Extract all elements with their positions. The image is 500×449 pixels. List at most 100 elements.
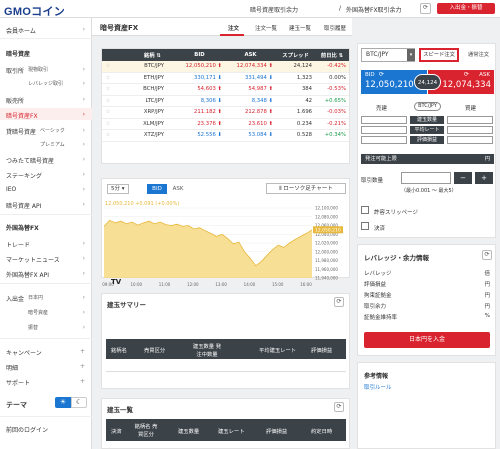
plus-button[interactable]: + [475, 172, 493, 184]
bid-cell[interactable]: 23.376 ⬆ [174, 118, 225, 130]
bid-cell[interactable]: 54,603 ⬆ [174, 84, 225, 96]
refresh-icon[interactable]: ⟳ [420, 3, 431, 14]
ask-cell[interactable]: 8,348 ⬇ [225, 95, 276, 107]
tab-history[interactable]: 取引履歴 [324, 24, 346, 32]
chevron-down-icon[interactable]: ▾ [407, 49, 415, 61]
arrow-up-icon: ⬆ [268, 86, 274, 93]
sidebar-item-io-crypto[interactable]: 暗号資産 [28, 309, 48, 316]
ask-cell[interactable]: 54,987 ⬆ [225, 84, 276, 96]
ask-cell[interactable]: 12,074,334 ⬆ [225, 61, 276, 73]
plus-icon: + [79, 348, 85, 355]
bid-cell[interactable]: 52.556 ⬇ [174, 130, 225, 142]
chart-annotation: 12,050,210 +0.091 (+0.00%) [105, 201, 179, 207]
star-icon[interactable]: ☆ [102, 61, 114, 73]
minus-button[interactable]: − [454, 172, 472, 184]
ask-cell[interactable]: 53.084 ⬇ [225, 130, 276, 142]
star-icon[interactable]: ☆ [102, 84, 114, 96]
table-row[interactable]: ☆ XRP/JPY 211.182 ⬆ 212.878 ⬆ 1.696 -0.03% [102, 107, 349, 119]
sidebar-item-io-jpy[interactable]: 日本円 [28, 294, 43, 301]
sidebar-item-leverage[interactable]: レバレッジ取引 [28, 80, 63, 87]
star-icon[interactable]: ☆ [102, 130, 114, 142]
sidebar-item-campaign[interactable]: キャンペーン [6, 348, 42, 357]
arrow-up-icon: ⬆ [217, 63, 222, 69]
col-change[interactable]: 前日比 ⇅ [315, 49, 349, 61]
gmo-logo[interactable]: GMOコイン [4, 3, 65, 19]
sidebar-section-fx: 外国為替FX [6, 225, 39, 232]
chevron-right-icon: › [82, 324, 85, 331]
sidebar-item-staking[interactable]: ステーキング [6, 171, 42, 180]
refresh-icon[interactable]: ⟳ [334, 402, 344, 412]
qty-hint: （最小0.001 〜 最大5） [401, 188, 457, 194]
sidebar-item-basic[interactable]: ベーシック [40, 127, 65, 134]
table-row[interactable]: ☆ ETH/JPY 330,171 ⬇ 331,494 ⬇ 1,323 0.00% [102, 72, 349, 84]
ask-cell[interactable]: 212.878 ⬆ [225, 107, 276, 119]
change-cell: 0.00% [329, 74, 346, 81]
tab-position-list[interactable]: 建玉一覧 [289, 24, 311, 32]
deposit-jpy-button[interactable]: 日本円を入金 [364, 332, 490, 348]
sidebar-item-premium[interactable]: プレミアム [40, 141, 65, 148]
ask-cell[interactable]: 331,494 ⬇ [225, 72, 276, 84]
col-symbol[interactable]: 銘柄 ⇅ [114, 49, 174, 61]
crypto-margin-link[interactable]: 暗号資産取引余力 [250, 5, 298, 14]
star-icon[interactable]: ☆ [102, 72, 114, 84]
leverage-row: レバレッジ 倍 [364, 269, 490, 277]
bid-cell[interactable]: 8,306 ⬇ [174, 95, 225, 107]
leverage-title: レバレッジ・余力情報 [364, 254, 429, 262]
sidebar-item-spot[interactable]: 現物取引 [28, 66, 48, 73]
sidebar-item-io-transfer[interactable]: 振替 [28, 324, 38, 331]
bid-cell[interactable]: 12,050,210 ⬆ [174, 61, 225, 73]
refresh-icon[interactable]: ⟳ [334, 297, 344, 307]
bid-cell[interactable]: 330,171 ⬇ [174, 72, 225, 84]
sidebar-item-crypto-fx[interactable]: 暗号資産FX [6, 111, 38, 120]
deposit-transfer-button[interactable]: 入出金・振替 [437, 3, 495, 14]
y-tick-label: 11,980,000 [315, 258, 338, 263]
current-price-text: 12,050,210 [315, 227, 341, 233]
table-row[interactable]: ☆ XLM/JPY 23.376 ⬆ 23.610 ⬆ 0.234 -0.21% [102, 118, 349, 130]
sidebar-item-statement[interactable]: 明細 [6, 363, 18, 372]
sidebar-item-sales[interactable]: 販売所 [6, 96, 24, 105]
normal-order-button[interactable]: 通常注文 [462, 48, 495, 62]
sidebar-item-trade[interactable]: トレード [6, 240, 30, 249]
trading-rules-link[interactable]: 取引ルール [364, 383, 392, 391]
fx-margin-link[interactable]: 外国為替FX取引余力 [346, 5, 402, 14]
star-icon[interactable]: ☆ [102, 118, 114, 130]
leverage-row-value: 円 [484, 304, 490, 310]
table-row[interactable]: ☆ XTZ/JPY 52.556 ⬇ 53.084 ⬇ 0.528 +0.34% [102, 130, 349, 142]
bid-toggle[interactable]: BID [147, 184, 167, 194]
x-tick-label: 12:00 [187, 282, 199, 287]
ask-toggle[interactable]: ASK [168, 184, 188, 194]
sidebar-item-tsumitate[interactable]: つみたて暗号資産 [6, 156, 54, 165]
sidebar-item-fx-api[interactable]: 外国為替FX API [6, 270, 49, 279]
buy-avg-field [447, 126, 493, 134]
ask-cell[interactable]: 23.610 ⬆ [225, 118, 276, 130]
bid-cell[interactable]: 211.182 ⬆ [174, 107, 225, 119]
sidebar-item-market-news[interactable]: マーケットニュース [6, 255, 60, 264]
leverage-row: 評価損益 円 [364, 280, 490, 288]
qty-input[interactable] [401, 172, 451, 184]
interval-select[interactable]: 5分 ▾ [107, 184, 129, 194]
speed-order-button[interactable]: スピード注文 [419, 48, 459, 62]
pnl-label: 評価損益 [410, 136, 444, 144]
table-row[interactable]: ☆ LTC/JPY 8,306 ⬇ 8,348 ⬇ 42 +0.65% [102, 95, 349, 107]
refresh-icon[interactable]: ⟳ [482, 250, 492, 260]
sell-avg-field [361, 126, 407, 134]
tab-order[interactable]: 注文 [228, 24, 239, 32]
star-icon[interactable]: ☆ [102, 107, 114, 119]
sidebar-item-support[interactable]: サポート [6, 378, 30, 387]
sidebar-item-home[interactable]: 会員ホーム [6, 26, 36, 35]
arrow-down-icon: ⬇ [268, 74, 274, 81]
tab-order-list[interactable]: 注文一覧 [255, 24, 277, 32]
slippage-checkbox[interactable] [361, 206, 369, 214]
candle-chart-button[interactable]: ⫴ ローソク足チャート [266, 183, 346, 194]
sidebar-item-crypto-api[interactable]: 暗号資産 API [6, 201, 41, 210]
page-title: 暗号資産FX [100, 24, 139, 32]
x-tick-label: 16:00 [300, 282, 312, 287]
star-icon[interactable]: ☆ [102, 95, 114, 107]
sun-icon[interactable]: ☀ [55, 397, 71, 408]
table-row[interactable]: ☆ BCH/JPY 54,603 ⬆ 54,987 ⬆ 384 -0.53% [102, 84, 349, 96]
settle-checkbox[interactable] [361, 222, 369, 230]
table-row[interactable]: ☆ BTC/JPY 12,050,210 ⬆ 12,074,334 ⬆ 24,124 -0… [102, 60, 349, 73]
leverage-row: 拘束証拠金 円 [364, 291, 490, 299]
sidebar-item-ieo[interactable]: IEO [6, 186, 16, 193]
moon-icon[interactable]: ☾ [71, 397, 87, 408]
